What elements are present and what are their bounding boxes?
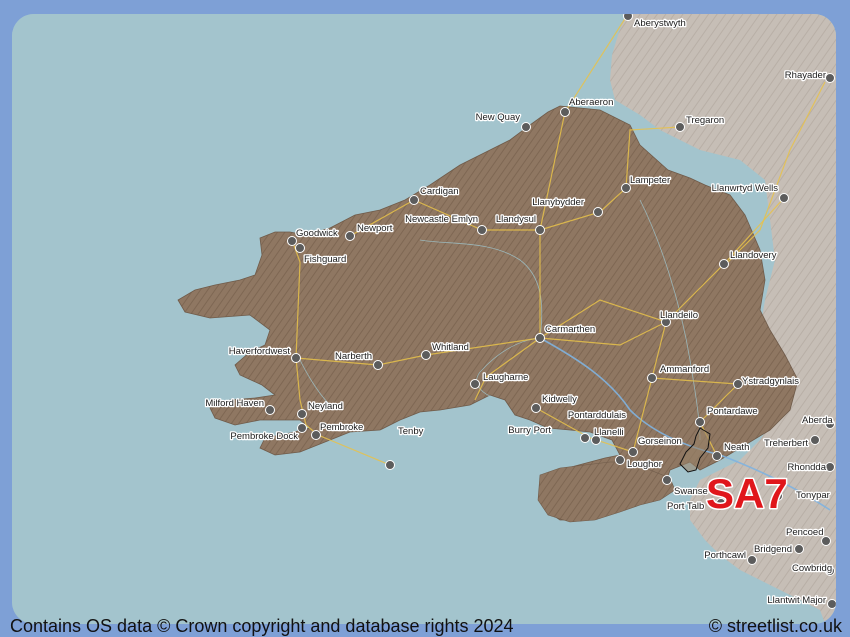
- place-pontarddulais[interactable]: Pontarddulais: [567, 409, 628, 423]
- place-label: Tregaron: [686, 115, 724, 126]
- place-marker-icon[interactable]: [291, 353, 301, 363]
- place-marker-icon[interactable]: [827, 599, 837, 609]
- district-label: SA7: [706, 470, 788, 517]
- place-label: Fishguard: [304, 254, 346, 265]
- place-marker-icon[interactable]: [747, 555, 757, 565]
- place-label: Porthcawl: [704, 550, 746, 561]
- place-label: Cardigan: [420, 186, 459, 197]
- place-label: Swanse: [674, 486, 708, 497]
- place-marker-icon[interactable]: [421, 350, 431, 360]
- place-label: Llanwrtyd Wells: [712, 183, 779, 194]
- place-marker-icon[interactable]: [615, 455, 625, 465]
- place-marker-icon[interactable]: [675, 122, 685, 132]
- place-marker-icon[interactable]: [560, 107, 570, 117]
- place-label: Aberaeron: [569, 97, 613, 108]
- place-marker-icon[interactable]: [647, 373, 657, 383]
- place-ystradgynlais[interactable]: Ystradgynlais: [733, 375, 801, 389]
- place-label: Llandovery: [730, 250, 777, 261]
- place-label: Laugharne: [483, 372, 528, 383]
- place-label: Llanelli: [594, 427, 624, 438]
- place-marker-icon[interactable]: [297, 423, 307, 433]
- place-marker-icon[interactable]: [580, 433, 590, 443]
- place-label: Lampeter: [630, 175, 670, 186]
- map-frame: Aberystwyth Rhayader Aberaeron New Quay Treg…: [12, 14, 836, 624]
- place-label: Treherbert: [764, 438, 808, 449]
- brand-link[interactable]: © streetlist.co.uk: [709, 616, 842, 637]
- place-marker-icon[interactable]: [779, 193, 789, 203]
- place-label: Whitland: [432, 342, 469, 353]
- place-marker-icon[interactable]: [825, 73, 835, 83]
- place-label: Pembroke: [320, 422, 363, 433]
- place-cowbridge[interactable]: Cowbridg: [791, 562, 835, 576]
- place-label: Pontarddulais: [568, 410, 626, 421]
- place-label: Llanybydder: [532, 197, 584, 208]
- place-label: Newport: [357, 223, 393, 234]
- place-marker-icon[interactable]: [345, 231, 355, 241]
- place-label: Burry Port: [508, 425, 551, 436]
- place-label: Bridgend: [754, 544, 792, 555]
- place-label: Ammanford: [660, 364, 709, 375]
- place-label: Gorseinon: [638, 436, 682, 447]
- place-label: Llandeilo: [660, 310, 698, 321]
- place-label: Aberystwyth: [634, 18, 686, 29]
- place-label: Cowbridg: [792, 563, 832, 574]
- place-marker-icon[interactable]: [719, 259, 729, 269]
- place-label: New Quay: [476, 112, 521, 123]
- place-label: Pembroke Dock: [230, 431, 298, 442]
- place-marker-icon[interactable]: [373, 360, 383, 370]
- place-marker-icon[interactable]: [535, 333, 545, 343]
- place-marker-icon[interactable]: [794, 544, 804, 554]
- place-label: Haverfordwest: [229, 346, 291, 357]
- place-label: Aberda: [802, 415, 833, 426]
- place-label: Carmarthen: [545, 324, 595, 335]
- place-label: Milford Haven: [205, 398, 264, 409]
- place-marker-icon[interactable]: [712, 451, 722, 461]
- place-label: Goodwick: [296, 228, 338, 239]
- place-label: Rhondda: [787, 462, 826, 473]
- place-marker-icon[interactable]: [521, 122, 531, 132]
- place-marker-icon[interactable]: [628, 447, 638, 457]
- place-label: Neath: [724, 442, 749, 453]
- place-label: Port Talb: [667, 501, 704, 512]
- place-marker-icon[interactable]: [295, 243, 305, 253]
- place-marker-icon[interactable]: [593, 207, 603, 217]
- footer: Contains OS data © Crown copyright and d…: [0, 614, 850, 637]
- place-marker-icon[interactable]: [265, 405, 275, 415]
- place-marker-icon[interactable]: [477, 225, 487, 235]
- place-label: Ystradgynlais: [742, 376, 799, 387]
- place-label: Llandysul: [496, 214, 536, 225]
- place-label: Rhayader: [785, 70, 826, 81]
- place-marker-icon[interactable]: [409, 195, 419, 205]
- place-marker-icon[interactable]: [470, 379, 480, 389]
- place-label: Loughor: [627, 459, 662, 470]
- place-label: Newcastle Emlyn: [405, 214, 478, 225]
- place-label: Pencoed: [786, 527, 824, 538]
- place-marker-icon[interactable]: [531, 403, 541, 413]
- place-marker-icon[interactable]: [535, 225, 545, 235]
- place-marker-icon[interactable]: [662, 475, 672, 485]
- place-label: Pontardawe: [707, 406, 758, 417]
- place-label: Llantwit Major: [767, 595, 826, 606]
- place-label: Neyland: [308, 401, 343, 412]
- place-marker-icon[interactable]: [385, 460, 395, 470]
- place-label: Tonypar: [796, 490, 830, 501]
- place-marker-icon[interactable]: [297, 409, 307, 419]
- place-marker-icon[interactable]: [695, 417, 705, 427]
- place-label: Kidwelly: [542, 394, 577, 405]
- attribution-text: Contains OS data © Crown copyright and d…: [10, 616, 514, 636]
- place-label: Tenby: [398, 426, 424, 437]
- map-canvas[interactable]: Aberystwyth Rhayader Aberaeron New Quay Treg…: [12, 14, 836, 624]
- place-label: Narberth: [335, 351, 372, 362]
- place-marker-icon[interactable]: [810, 435, 820, 445]
- place-marker-icon[interactable]: [623, 14, 633, 21]
- place-marker-icon[interactable]: [825, 462, 835, 472]
